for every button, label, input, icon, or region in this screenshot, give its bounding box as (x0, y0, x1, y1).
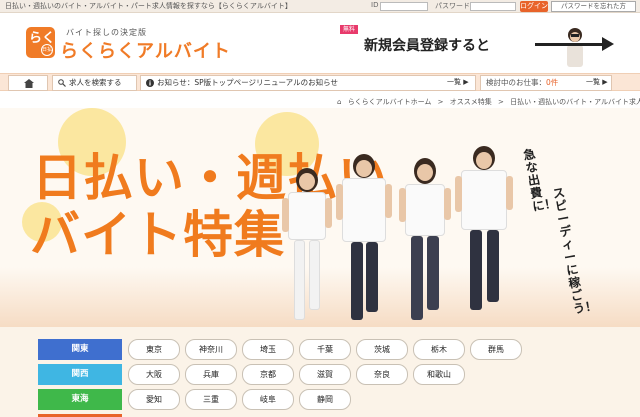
info-icon (146, 79, 154, 87)
pref-button[interactable]: 三重 (185, 389, 237, 410)
pref-button[interactable]: 千葉 (299, 339, 351, 360)
runner-photo (399, 158, 451, 326)
region-label-tokai[interactable]: 東海 (38, 389, 122, 410)
login-button[interactable]: ログイン (520, 1, 548, 12)
logo-icon[interactable]: らく 日払 (26, 27, 55, 58)
pref-button[interactable]: 奈良 (356, 364, 408, 385)
site-header: らく 日払 バイト探しの決定版 らくらくアルバイト 無料 新規会員登録すると (0, 13, 640, 68)
id-label: ID (371, 1, 379, 9)
logo-badge: 日払 (41, 44, 53, 56)
considering-list-label: 一覧 (586, 78, 600, 86)
considering-label: 検討中のお仕事： (486, 78, 546, 87)
job-search-label: 求人を検索する (69, 78, 122, 87)
region-selector: 関東 東京 神奈川 埼玉 千葉 茨城 栃木 群馬 関西 大阪 兵庫 京都 滋賀 … (0, 327, 640, 417)
news-list-label: 一覧 (447, 78, 461, 86)
nav-bar: 求人を検索する お知らせ：SP版トップページリニューアルのお知らせ 一覧 ▶ 検… (0, 73, 640, 91)
person-illustration-icon (567, 28, 583, 67)
runner-photo (282, 168, 332, 326)
considering-list-link[interactable]: 一覧 ▶ (586, 77, 608, 87)
region-label-kansai[interactable]: 関西 (38, 364, 122, 385)
search-icon (58, 79, 66, 87)
region-row-kanto: 関東 東京 神奈川 埼玉 千葉 茨城 栃木 群馬 (0, 339, 640, 361)
hero-banner: 日払い・週払い バイト特集 急な出費に！ スピーディーに稼ごう！ (0, 108, 640, 327)
breadcrumb-recommend[interactable]: オススメ特集 (450, 98, 492, 106)
news-list-link[interactable]: 一覧 ▶ (447, 77, 469, 87)
pref-button[interactable]: 和歌山 (413, 364, 465, 385)
home-button[interactable] (8, 75, 48, 91)
breadcrumb-current: 日払い・週払いのバイト・アルバイト求人 (510, 98, 640, 106)
register-banner[interactable]: 無料 新規会員登録すると (340, 25, 630, 67)
top-strip: 日払い・週払いのバイト・アルバイト・パート求人情報を探すなら【らくらくアルバイト… (0, 0, 640, 13)
breadcrumb-separator: > (437, 98, 444, 106)
register-text: 新規会員登録すると (364, 38, 490, 54)
arrowhead-icon (602, 37, 614, 51)
runner-photo (455, 146, 513, 316)
site-tagline: 日払い・週払いのバイト・アルバイト・パート求人情報を探すなら【らくらくアルバイト… (5, 2, 292, 10)
news-ticker[interactable]: お知らせ：SP版トップページリニューアルのお知らせ (140, 75, 476, 91)
password-label: パスワード (435, 2, 470, 10)
region-row-kansai: 関西 大阪 兵庫 京都 滋賀 奈良 和歌山 (0, 364, 640, 386)
pref-button[interactable]: 静岡 (299, 389, 351, 410)
id-input[interactable] (380, 2, 428, 11)
pref-button[interactable]: 栃木 (413, 339, 465, 360)
pref-button[interactable]: 京都 (242, 364, 294, 385)
pref-button[interactable]: 大阪 (128, 364, 180, 385)
arrow-right-icon (535, 43, 605, 46)
region-label-kanto[interactable]: 関東 (38, 339, 122, 360)
pref-button[interactable]: 東京 (128, 339, 180, 360)
password-input[interactable] (470, 2, 516, 11)
home-small-icon: ⌂ (337, 98, 342, 106)
pref-button[interactable]: 兵庫 (185, 364, 237, 385)
hero-title-line2: バイト特集 (30, 206, 285, 264)
news-text: お知らせ：SP版トップページリニューアルのお知らせ (157, 78, 338, 87)
breadcrumb-separator: > (498, 98, 504, 106)
runner-photo (336, 154, 392, 324)
forgot-password-link[interactable]: パスワードを忘れた方 (551, 1, 636, 12)
logo-text[interactable]: らくらくアルバイト (60, 37, 231, 63)
hero-vertical-text-2: 急な出費に！ (522, 146, 558, 214)
job-search-button[interactable]: 求人を検索する (52, 75, 137, 91)
considering-count: 0件 (546, 78, 559, 87)
logo-mark-text: らく (29, 31, 56, 46)
pref-button[interactable]: 埼玉 (242, 339, 294, 360)
pref-button[interactable]: 群馬 (470, 339, 522, 360)
pref-button[interactable]: 滋賀 (299, 364, 351, 385)
pref-button[interactable]: 愛知 (128, 389, 180, 410)
home-icon (24, 79, 34, 88)
region-row-tokai: 東海 愛知 三重 岐阜 静岡 (0, 389, 640, 411)
breadcrumb-home[interactable]: らくらくアルバイトホーム (348, 98, 432, 106)
pref-button[interactable]: 茨城 (356, 339, 408, 360)
breadcrumb: ⌂ らくらくアルバイトホーム > オススメ特集 > 日払い・週払いのバイト・アル… (337, 97, 640, 107)
free-badge: 無料 (340, 25, 358, 34)
pref-button[interactable]: 神奈川 (185, 339, 237, 360)
pref-button[interactable]: 岐阜 (242, 389, 294, 410)
